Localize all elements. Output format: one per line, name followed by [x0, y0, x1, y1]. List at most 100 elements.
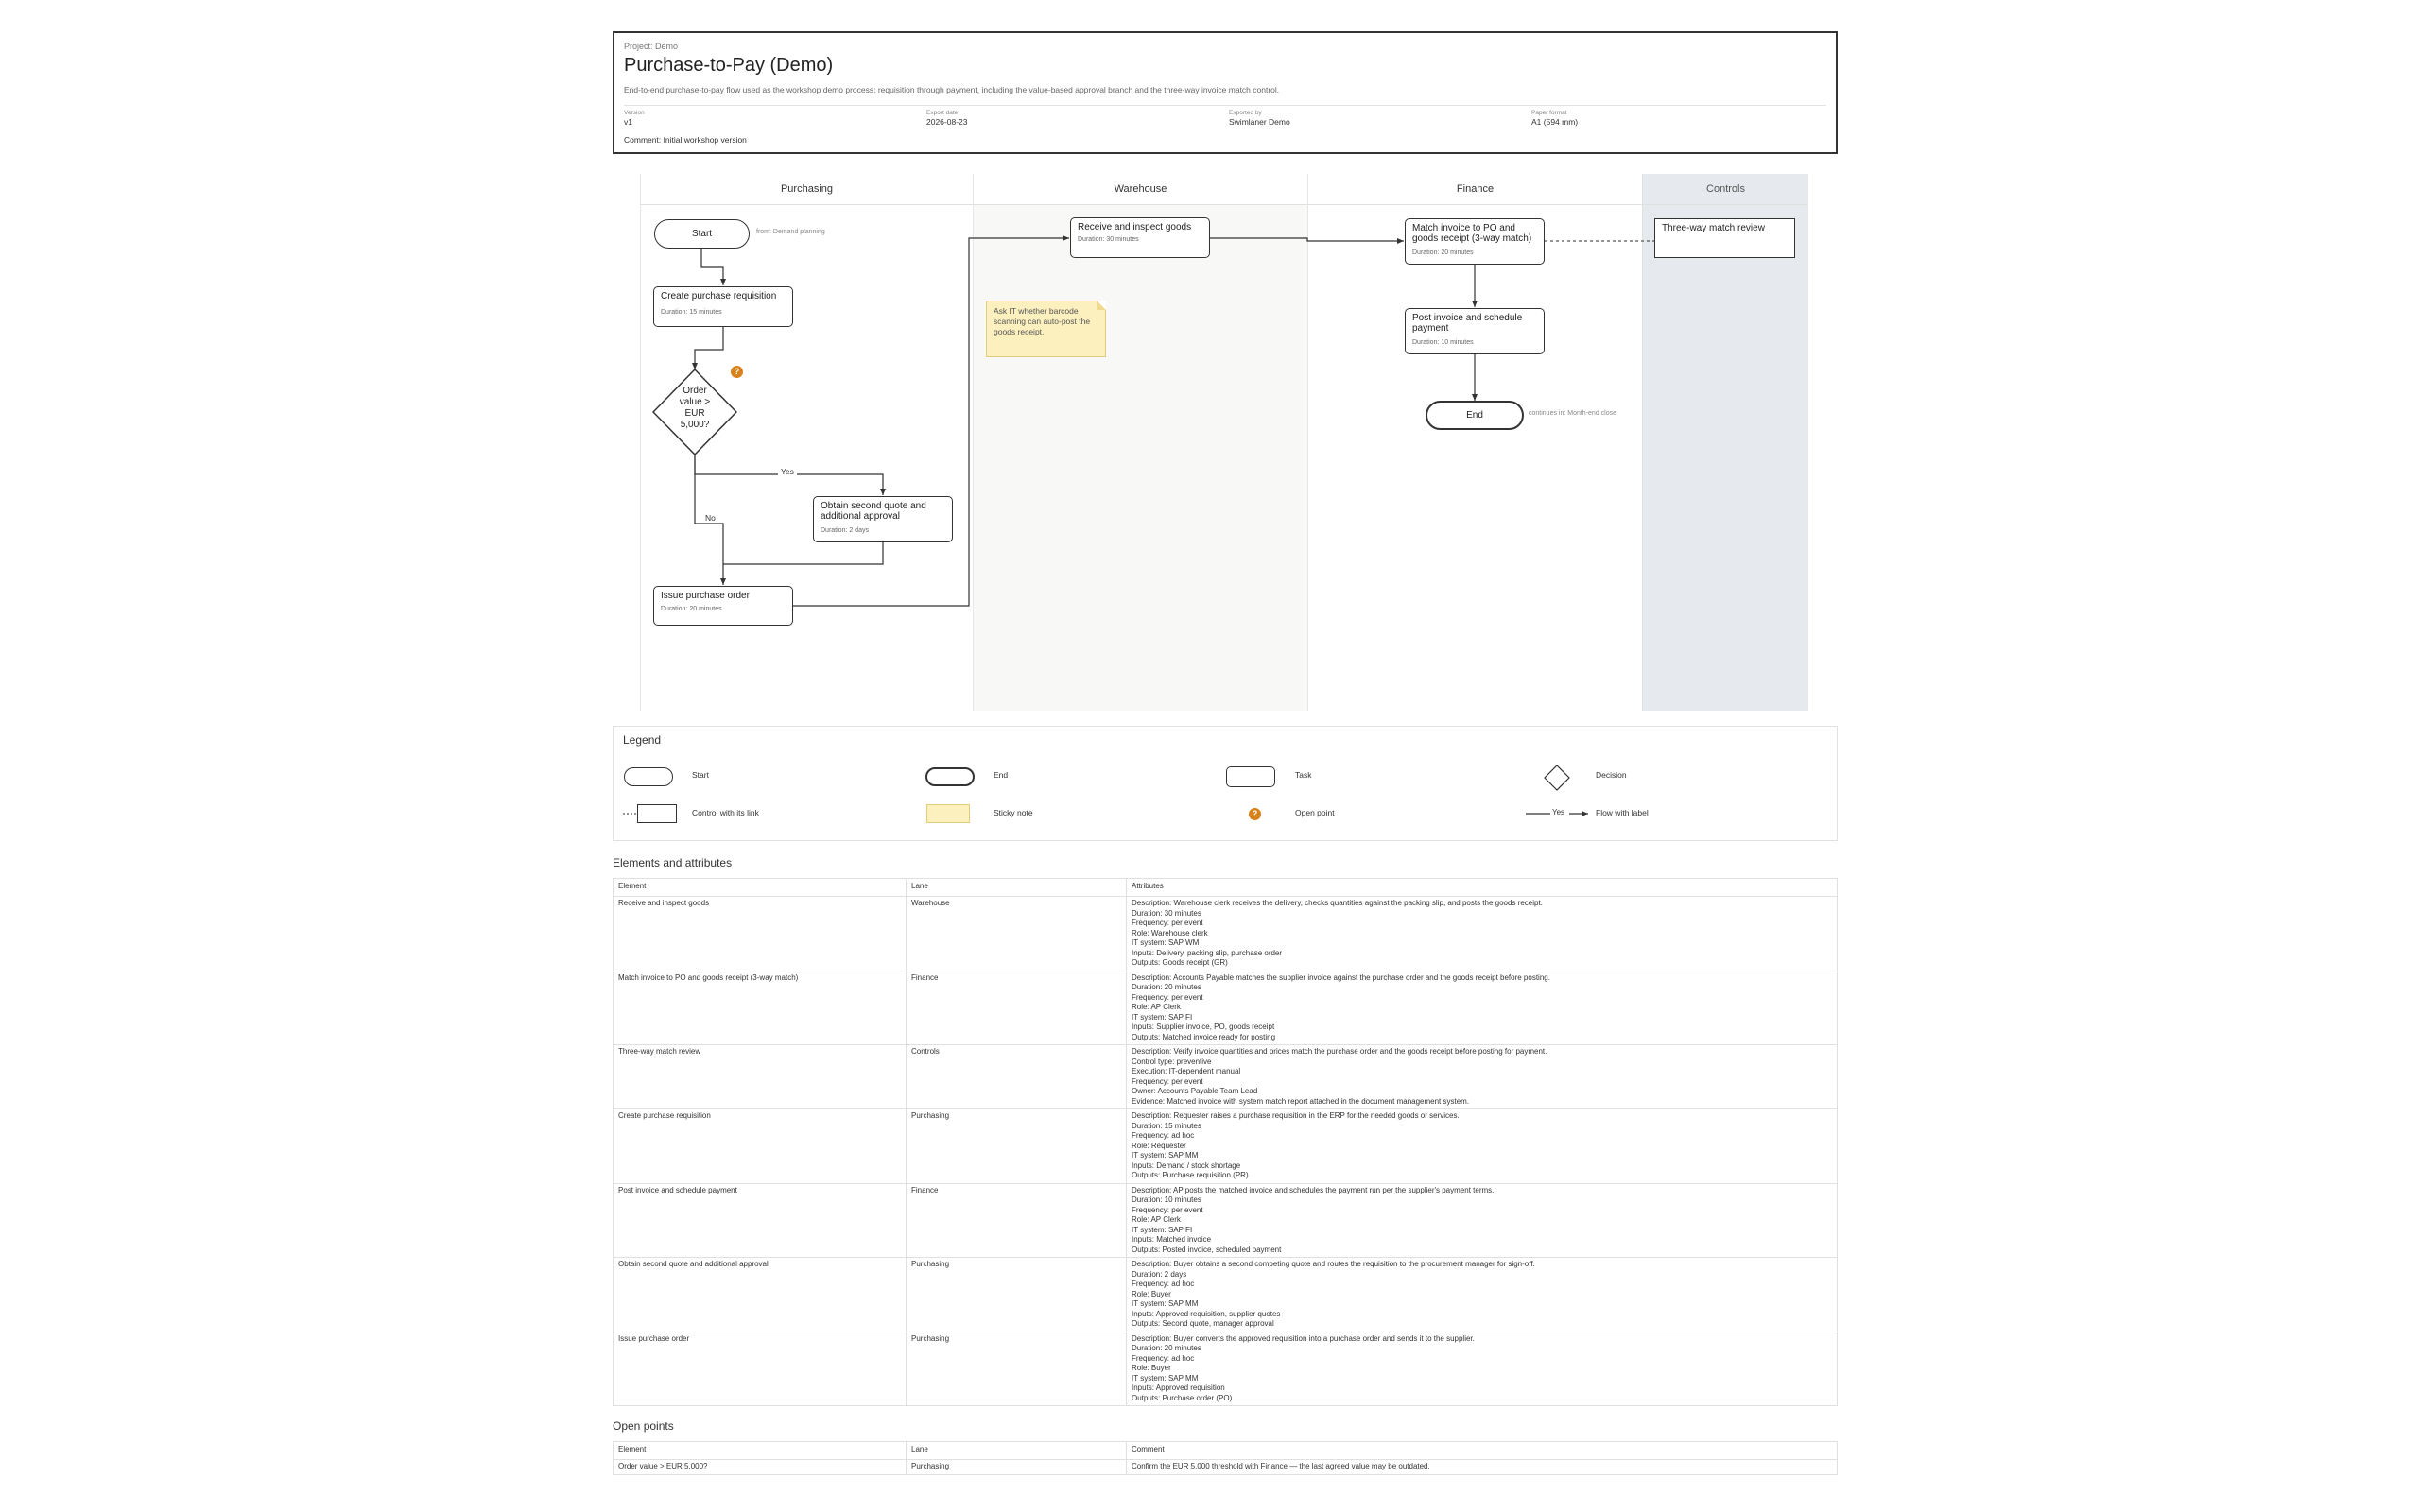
table-row: Order value > EUR 5,000? Purchasing Confir…: [613, 1459, 1838, 1475]
table-header-row: Element Lane Comment: [613, 1441, 1838, 1460]
table-header-row: Element Lane Attributes: [613, 878, 1838, 897]
attribute-line: Description: Buyer obtains a second comp…: [1132, 1260, 1535, 1268]
attribute-line: Frequency: per event: [1132, 992, 1203, 1002]
attribute-line: Inputs: Delivery, packing slip, purchase…: [1132, 948, 1283, 957]
legend-flow-sample-label: Yes: [1552, 808, 1565, 816]
legend-start-shape: [624, 767, 673, 786]
meta-label: Version: [624, 110, 645, 116]
task-post-invoice[interactable]: Post invoice and schedule payment Durati…: [1405, 308, 1545, 354]
task-title: Match invoice to PO and goods receipt (3…: [1412, 223, 1532, 244]
attribute-line: Description: Accounts Payable matches th…: [1132, 972, 1550, 982]
task-create-purchase-requisition[interactable]: Create purchase requisition Duration: 15…: [653, 286, 793, 327]
attributes-cell: Description: Buyer obtains a second comp…: [1126, 1257, 1838, 1332]
meta-version: Version v1: [624, 110, 908, 127]
element-cell: Three-way match review: [613, 1044, 907, 1109]
table-row: Obtain second quote and additional appro…: [613, 1257, 1838, 1332]
task-issue-purchase-order[interactable]: Issue purchase order Duration: 20 minute…: [653, 586, 793, 626]
attribute-line: Frequency: per event: [1132, 1076, 1203, 1086]
lane-cell: Purchasing: [906, 1108, 1127, 1184]
attribute-line: Control type: preventive: [1132, 1057, 1212, 1066]
column-header: Lane: [906, 878, 1127, 897]
task-duration: Duration: 30 minutes: [1078, 236, 1139, 243]
attribute-line: Outputs: Purchase order (PO): [1132, 1393, 1233, 1402]
attribute-line: Role: AP Clerk: [1132, 1003, 1181, 1011]
sticky-note-text: Ask IT whether barcode scanning can auto…: [994, 306, 1091, 336]
lane-cell: Warehouse: [906, 896, 1127, 971]
start-node[interactable]: Start: [654, 219, 750, 249]
attribute-line: Outputs: Posted invoice, scheduled payme…: [1132, 1245, 1282, 1254]
header-divider: [624, 105, 1826, 106]
attribute-line: IT system: SAP FI: [1132, 1012, 1193, 1022]
task-receive-inspect-goods[interactable]: Receive and inspect goods Duration: 30 m…: [1070, 217, 1210, 258]
legend-start-label: Start: [692, 770, 709, 780]
attributes-cell: Description: Buyer converts the approved…: [1126, 1331, 1838, 1406]
attribute-line: Owner: Accounts Payable Team Lead: [1132, 1087, 1258, 1095]
end-label: End: [1466, 410, 1483, 421]
attribute-line: Execution: IT-dependent manual: [1132, 1067, 1241, 1075]
element-cell: Create purchase requisition: [613, 1108, 907, 1184]
task-duration: Duration: 15 minutes: [661, 309, 722, 316]
flow-label-yes: Yes: [778, 467, 797, 476]
attribute-line: Duration: 30 minutes: [1132, 908, 1201, 918]
attribute-line: Description: AP posts the matched invoic…: [1132, 1185, 1495, 1194]
task-match-invoice[interactable]: Match invoice to PO and goods receipt (3…: [1405, 218, 1545, 265]
task-title: Receive and inspect goods: [1078, 222, 1192, 232]
element-cell: Order value > EUR 5,000?: [613, 1459, 907, 1475]
attribute-line: Description: Requester raises a purchase…: [1132, 1111, 1460, 1120]
lane-cell: Purchasing: [906, 1459, 1127, 1475]
control-three-way-match[interactable]: Three-way match review: [1654, 218, 1795, 258]
legend-decision-label: Decision: [1596, 770, 1627, 780]
task-duration: Duration: 20 minutes: [661, 606, 722, 612]
attribute-line: Role: Warehouse clerk: [1132, 928, 1208, 937]
version-comment: Comment: Initial workshop version: [624, 135, 747, 145]
attribute-line: Inputs: Approved requisition: [1132, 1383, 1225, 1392]
attribute-line: Role: Buyer: [1132, 1289, 1171, 1298]
attribute-line: Outputs: Second quote, manager approval: [1132, 1319, 1274, 1328]
lane-cell: Finance: [906, 970, 1127, 1045]
meta-label: Exported by: [1229, 110, 1262, 116]
lane-header-purchasing: Purchasing: [641, 174, 973, 205]
column-header: Element: [613, 1441, 907, 1460]
attribute-line: IT system: SAP MM: [1132, 1373, 1199, 1383]
legend-decision-shape: [1544, 765, 1570, 791]
attribute-line: Description: Buyer converts the approved…: [1132, 1333, 1475, 1343]
comment-cell: Confirm the EUR 5,000 threshold with Fin…: [1126, 1459, 1838, 1475]
task-duration: Duration: 10 minutes: [1412, 339, 1474, 346]
table-row: Match invoice to PO and goods receipt (3…: [613, 970, 1838, 1045]
meta-value: v1: [624, 117, 632, 127]
meta-exported-by: Exported by Swimlaner Demo: [1229, 110, 1512, 127]
legend-sticky-label: Sticky note: [994, 808, 1033, 817]
attribute-line: IT system: SAP MM: [1132, 1299, 1199, 1308]
process-description: End-to-end purchase-to-pay flow used as …: [624, 85, 1280, 94]
attribute-line: Frequency: ad hoc: [1132, 1280, 1195, 1288]
sticky-note[interactable]: Ask IT whether barcode scanning can auto…: [986, 301, 1106, 357]
attribute-line: Outputs: Goods receipt (GR): [1132, 958, 1228, 967]
legend-flow-label: Flow with label: [1596, 808, 1649, 817]
sticky-fold-icon: [1097, 301, 1106, 310]
legend-task-label: Task: [1295, 770, 1312, 780]
element-cell: Issue purchase order: [613, 1331, 907, 1406]
meta-export-date: Export date 2026-08-23: [926, 110, 1210, 127]
task-obtain-second-quote[interactable]: Obtain second quote and additional appro…: [813, 496, 953, 542]
open-point-marker[interactable]: ?: [731, 366, 743, 378]
legend-open-point-label: Open point: [1295, 808, 1335, 817]
attributes-cell: Description: Accounts Payable matches th…: [1126, 970, 1838, 1045]
document-header: Project: Demo Purchase-to-Pay (Demo) End…: [613, 31, 1838, 154]
element-cell: Receive and inspect goods: [613, 896, 907, 971]
attributes-cell: Description: Verify invoice quantities a…: [1126, 1044, 1838, 1109]
task-duration: Duration: 2 days: [821, 527, 869, 534]
attribute-line: Frequency: ad hoc: [1132, 1131, 1195, 1140]
end-node[interactable]: End: [1426, 401, 1524, 430]
column-header: Comment: [1126, 1441, 1838, 1460]
legend-task-shape: [1226, 766, 1275, 787]
attribute-line: Outputs: Purchase requisition (PR): [1132, 1171, 1249, 1179]
meta-value: Swimlaner Demo: [1229, 117, 1290, 127]
decision-label: Order value > EUR 5,000?: [679, 386, 711, 430]
attribute-line: Description: Verify invoice quantities a…: [1132, 1047, 1547, 1056]
table-row: Issue purchase order Purchasing Descriptio…: [613, 1331, 1838, 1406]
start-label: Start: [691, 229, 713, 239]
attributes-cell: Description: Requester raises a purchase…: [1126, 1108, 1838, 1184]
meta-label: Paper format: [1531, 110, 1567, 116]
open-points-title: Open points: [613, 1419, 674, 1433]
element-cell: Obtain second quote and additional appro…: [613, 1257, 907, 1332]
